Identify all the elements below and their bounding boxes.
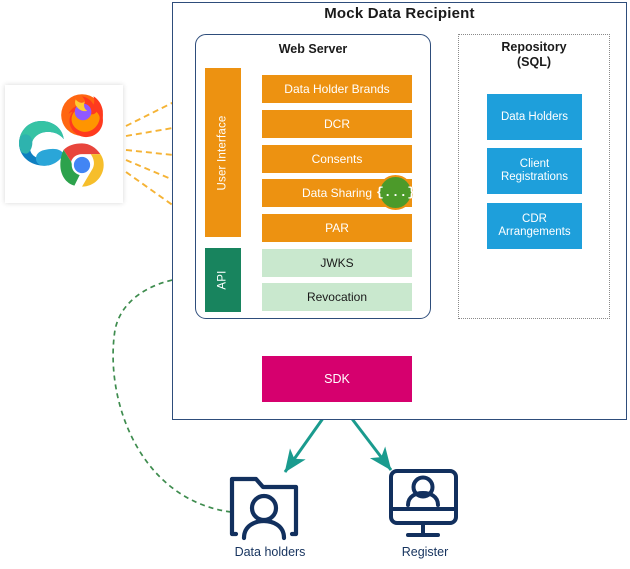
api-bar-label: API: [216, 270, 229, 290]
data-holders-label: Data holders: [234, 545, 306, 559]
service-row-label: Revocation: [306, 290, 368, 304]
service-row-revocation[interactable]: Revocation: [262, 283, 412, 311]
sdk-box[interactable]: SDK: [262, 356, 412, 402]
repository-item-client-registrations[interactable]: Client Registrations: [487, 148, 582, 194]
firefox-browser-icon: [61, 94, 103, 138]
monitor-user-icon: [389, 469, 458, 537]
sdk-label: SDK: [324, 372, 350, 386]
api-braces-badge-icon: {...}: [376, 175, 415, 210]
service-row-label: PAR: [325, 221, 349, 235]
register-label: Register: [401, 545, 449, 559]
repository-item-label: Data Holders: [500, 110, 569, 123]
repository-item-label: Client Registrations: [500, 158, 569, 183]
repository-title-line1: Repository: [501, 40, 567, 54]
user-interface-bar-label: User Interface: [217, 114, 229, 191]
web-server-title: Web Server: [278, 42, 348, 56]
service-row-dcr[interactable]: DCR: [262, 110, 412, 138]
repository-title-line2: (SQL): [516, 55, 552, 69]
repository-title: Repository (SQL): [458, 40, 610, 70]
folder-user-icon: [229, 476, 299, 541]
user-interface-bar[interactable]: User Interface: [205, 68, 241, 237]
api-bar[interactable]: API: [205, 248, 241, 312]
repository-item-cdr-arrangements[interactable]: CDR Arrangements: [487, 203, 582, 249]
service-row-data-holder-brands[interactable]: Data Holder Brands: [262, 75, 412, 103]
chrome-browser-icon: [60, 143, 104, 187]
repository-item-label: CDR Arrangements: [498, 213, 571, 238]
service-row-label: Consents: [311, 152, 363, 166]
page-title: Mock Data Recipient: [324, 5, 475, 22]
service-row-par[interactable]: PAR: [262, 214, 412, 242]
service-row-label: JWKS: [320, 256, 354, 270]
service-row-label: DCR: [324, 117, 350, 131]
service-row-label: Data Holder Brands: [284, 82, 390, 96]
service-row-consents[interactable]: Consents: [262, 145, 412, 173]
browsers-panel: [5, 85, 123, 203]
service-row-label: Data Sharing: [301, 186, 373, 200]
service-row-jwks[interactable]: JWKS: [262, 249, 412, 277]
repository-item-data-holders[interactable]: Data Holders: [487, 94, 582, 140]
